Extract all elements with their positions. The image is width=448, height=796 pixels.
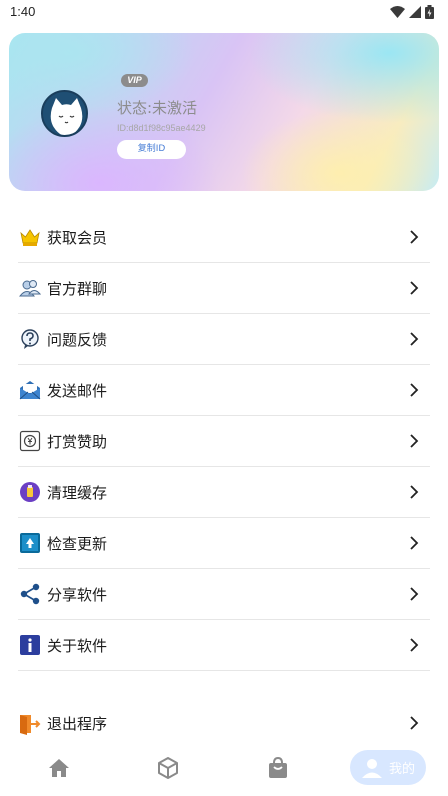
profile-card: VIP 状态:未激活 ID:d8d1f98c95ae4429 复制ID bbox=[9, 33, 439, 191]
bottom-nav: 我的 bbox=[0, 748, 448, 788]
avatar[interactable] bbox=[41, 90, 88, 137]
update-icon bbox=[19, 532, 41, 554]
menu-item-exit-app[interactable]: 退出程序 bbox=[18, 698, 430, 749]
activation-status: 状态:未激活 bbox=[117, 99, 198, 117]
menu-item-official-group[interactable]: 官方群聊 bbox=[18, 263, 430, 314]
cube-icon bbox=[158, 757, 178, 779]
chevron-right-icon bbox=[410, 230, 419, 244]
info-icon bbox=[19, 634, 41, 656]
user-id: ID:d8d1f98c95ae4429 bbox=[117, 123, 206, 133]
chevron-right-icon bbox=[410, 536, 419, 550]
menu-item-donate[interactable]: 打赏赞助 bbox=[18, 416, 430, 467]
mail-icon bbox=[19, 379, 41, 401]
status-bar: 1:40 bbox=[0, 0, 448, 26]
chevron-right-icon bbox=[410, 485, 419, 499]
person-icon bbox=[361, 758, 382, 778]
chevron-right-icon bbox=[410, 638, 419, 652]
menu-item-label: 获取会员 bbox=[47, 228, 108, 247]
menu-item-check-update[interactable]: 检查更新 bbox=[18, 518, 430, 569]
nav-tab-cube[interactable] bbox=[150, 750, 186, 786]
exit-icon bbox=[19, 713, 41, 735]
chevron-right-icon bbox=[410, 587, 419, 601]
clean-cache-icon bbox=[19, 481, 41, 503]
crown-icon bbox=[19, 226, 41, 248]
donate-icon bbox=[19, 430, 41, 452]
menu-item-label: 官方群聊 bbox=[47, 279, 108, 298]
menu-item-feedback[interactable]: 问题反馈 bbox=[18, 314, 430, 365]
status-icons bbox=[390, 5, 434, 19]
menu-item-label: 打赏赞助 bbox=[47, 432, 108, 451]
menu-item-label: 退出程序 bbox=[47, 715, 108, 733]
chevron-right-icon bbox=[410, 383, 419, 397]
menu-item-label: 分享软件 bbox=[47, 585, 108, 604]
group-chat-icon bbox=[19, 277, 41, 299]
nav-tab-mine[interactable]: 我的 bbox=[350, 750, 426, 785]
chevron-right-icon bbox=[410, 716, 419, 730]
share-icon bbox=[19, 583, 41, 605]
nav-tab-shop[interactable] bbox=[260, 750, 296, 786]
vip-badge: VIP bbox=[121, 74, 148, 87]
nav-tab-home[interactable] bbox=[41, 750, 77, 786]
menu-item-label: 关于软件 bbox=[47, 636, 108, 655]
wifi-icon bbox=[390, 6, 405, 18]
chevron-right-icon bbox=[410, 434, 419, 448]
feedback-icon bbox=[19, 328, 41, 350]
home-icon bbox=[49, 759, 69, 777]
menu-item-label: 发送邮件 bbox=[47, 381, 108, 400]
menu-item-get-membership[interactable]: 获取会员 bbox=[18, 212, 430, 263]
copy-id-button[interactable]: 复制ID bbox=[117, 140, 186, 159]
status-time: 1:40 bbox=[10, 4, 36, 19]
nav-mine-label: 我的 bbox=[388, 762, 415, 777]
menu-item-clear-cache[interactable]: 清理缓存 bbox=[18, 467, 430, 518]
shopping-bag-icon bbox=[269, 756, 287, 778]
menu-item-label: 问题反馈 bbox=[47, 330, 108, 349]
menu-item-label: 清理缓存 bbox=[47, 483, 108, 502]
cat-avatar-icon bbox=[43, 92, 86, 135]
menu-item-about[interactable]: 关于软件 bbox=[18, 620, 430, 671]
signal-icon bbox=[409, 6, 421, 18]
chevron-right-icon bbox=[410, 281, 419, 295]
menu-item-label: 检查更新 bbox=[47, 534, 108, 553]
battery-icon bbox=[425, 5, 434, 19]
settings-menu: 获取会员 官方群聊 问题反馈 发送邮件 打赏赞助 清理缓存 检查更新 分享软件 … bbox=[18, 212, 430, 735]
menu-item-share-app[interactable]: 分享软件 bbox=[18, 569, 430, 620]
chevron-right-icon bbox=[410, 332, 419, 346]
menu-item-send-email[interactable]: 发送邮件 bbox=[18, 365, 430, 416]
